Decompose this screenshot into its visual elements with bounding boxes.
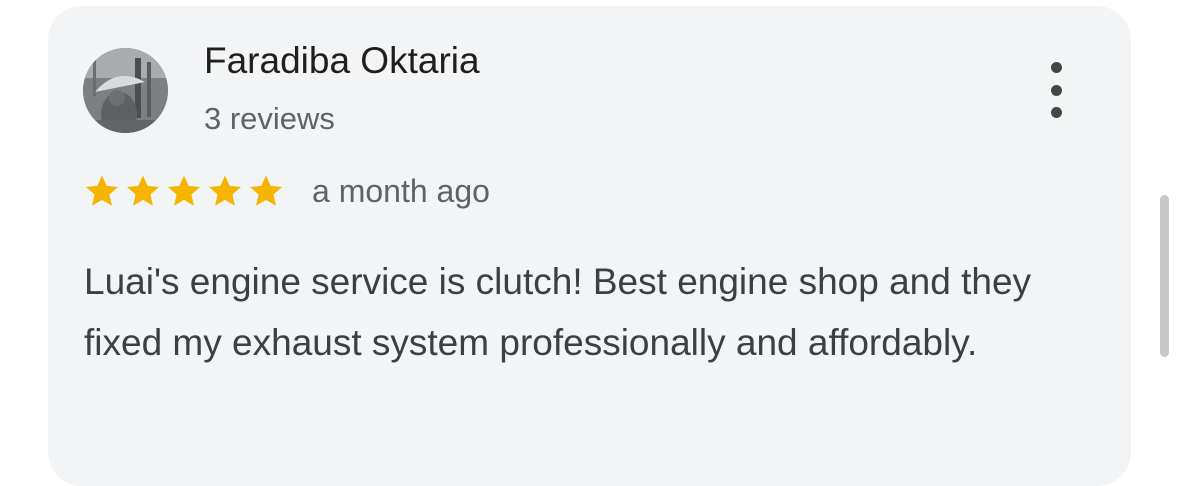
star-rating	[83, 172, 285, 210]
more-options-button[interactable]	[1038, 62, 1074, 118]
more-vert-icon-dot	[1050, 84, 1062, 96]
star-icon	[250, 175, 282, 206]
review-text: Luai's engine service is clutch! Best en…	[84, 261, 1032, 363]
star-icon	[209, 175, 241, 206]
star-icon	[127, 175, 159, 206]
scrollbar[interactable]	[1160, 195, 1169, 357]
more-vert-icon	[1050, 62, 1062, 73]
review-date: a month ago	[312, 173, 490, 209]
star-icon	[168, 175, 200, 206]
more-vert-icon-dot	[1050, 107, 1062, 118]
review-card: Faradiba Oktaria 3 reviews a month ago L…	[48, 6, 1131, 486]
star-icon	[86, 175, 118, 206]
avatar[interactable]	[83, 48, 168, 133]
reviewer-review-count[interactable]: 3 reviews	[204, 101, 335, 137]
reviewer-name[interactable]: Faradiba Oktaria	[204, 40, 480, 82]
profile-photo	[83, 48, 168, 133]
